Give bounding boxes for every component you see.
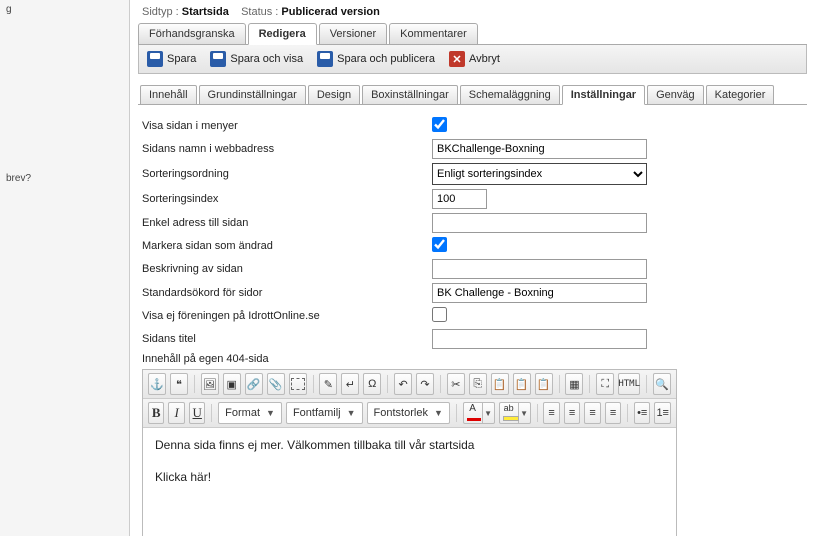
special-char-icon[interactable]: Ω [363,373,381,395]
hide-online-checkbox[interactable] [432,307,447,322]
italic-button[interactable]: I [168,402,184,424]
subtab-box[interactable]: Boxinställningar [362,85,458,105]
status-label: Status : [241,6,278,18]
bg-color-picker[interactable]: ab▼ [499,402,531,424]
show-in-menus-label: Visa sidan i menyer [142,120,432,132]
fullscreen-icon[interactable]: ⛶ [596,373,614,395]
align-justify-icon[interactable]: ≡ [605,402,621,424]
align-right-icon[interactable]: ≡ [584,402,600,424]
simple-addr-input[interactable] [432,213,647,233]
primary-tabs: Förhandsgranska Redigera Versioner Komme… [138,22,807,45]
url-name-label: Sidans namn i webbadress [142,143,432,155]
sidtyp-label: Sidtyp : [142,6,179,18]
cancel-icon: ✕ [449,51,465,67]
subtab-content[interactable]: Innehåll [140,85,197,105]
save-button[interactable]: Spara [147,51,196,67]
underline-button[interactable]: U [189,402,205,424]
url-name-input[interactable] [432,139,647,159]
edit-icon[interactable]: ✎ [319,373,337,395]
cut-icon[interactable]: ✂ [447,373,465,395]
text-color-picker[interactable]: A▼ [463,402,495,424]
subtab-schedule[interactable]: Schemaläggning [460,85,560,105]
sort-index-label: Sorteringsindex [142,193,432,205]
tab-edit[interactable]: Redigera [248,23,317,45]
link-icon[interactable]: 🔗 [245,373,263,395]
description-label: Beskrivning av sidan [142,263,432,275]
cancel-button[interactable]: ✕ Avbryt [449,51,500,67]
bold-button[interactable]: B [148,402,164,424]
simple-addr-label: Enkel adress till sidan [142,217,432,229]
tab-preview[interactable]: Förhandsgranska [138,23,246,45]
fontsize-dropdown[interactable]: Fontstorlek▼ [367,402,450,424]
save-publish-button[interactable]: Spara och publicera [317,51,435,67]
undo-icon[interactable]: ↶ [394,373,412,395]
align-center-icon[interactable]: ≡ [564,402,580,424]
left-text-2: brev? [6,173,123,184]
break-icon[interactable]: ↵ [341,373,359,395]
save-icon [147,51,163,67]
unlink-icon[interactable] [289,373,307,395]
anchor-icon[interactable]: ⚓ [148,373,166,395]
paste-word-icon[interactable]: 📋 [535,373,553,395]
subtab-categories[interactable]: Kategorier [706,85,775,105]
sort-index-input[interactable] [432,189,487,209]
copy-icon[interactable]: ⎘ [469,373,487,395]
table-icon[interactable]: ▦ [565,373,583,395]
quote-icon[interactable]: ❝ [170,373,188,395]
paste-icon[interactable]: 📋 [491,373,509,395]
editor-line-2: Klicka här! [155,470,664,484]
status-value: Publicerad version [281,6,379,18]
show-in-menus-checkbox[interactable] [432,117,447,132]
mark-changed-label: Markera sidan som ändrad [142,240,432,252]
tab-versions[interactable]: Versioner [319,23,387,45]
title-label: Sidans titel [142,333,432,345]
rich-text-editor: ⚓ ❝ 🖼 ▣ 🔗 📎 ✎ ↵ Ω ↶ ↷ ✂ [142,369,677,536]
subtab-basic[interactable]: Grundinställningar [199,85,306,105]
title-input[interactable] [432,329,647,349]
save-show-button[interactable]: Spara och visa [210,51,303,67]
editor-content-area[interactable]: Denna sida finns ej mer. Välkommen tillb… [143,428,676,536]
action-bar: Spara Spara och visa Spara och publicera… [138,45,807,74]
subtab-design[interactable]: Design [308,85,360,105]
save-icon [317,51,333,67]
redo-icon[interactable]: ↷ [416,373,434,395]
editor-line-1: Denna sida finns ej mer. Välkommen tillb… [155,438,664,452]
keywords-label: Standardsökord för sidor [142,287,432,299]
html-button[interactable]: HTML [618,373,640,395]
save-icon [210,51,226,67]
keywords-input[interactable] [432,283,647,303]
sidtyp-value: Startsida [182,6,229,18]
mark-changed-checkbox[interactable] [432,237,447,252]
bullet-list-icon[interactable]: •≡ [634,402,650,424]
align-left-icon[interactable]: ≡ [543,402,559,424]
search-icon[interactable]: 🔍 [653,373,671,395]
subtab-shortcut[interactable]: Genväg [647,85,704,105]
paste-text-icon[interactable]: 📋 [513,373,531,395]
sort-order-select[interactable]: Enligt sorteringsindex [432,163,647,185]
subtab-settings[interactable]: Inställningar [562,85,645,105]
sub-tabs: Innehåll Grundinställningar Design Boxin… [138,84,807,105]
fontfamily-dropdown[interactable]: Fontfamilj▼ [286,402,363,424]
description-input[interactable] [432,259,647,279]
sort-order-label: Sorteringsordning [142,168,432,180]
number-list-icon[interactable]: 1≡ [654,402,670,424]
attachment-icon[interactable]: 📎 [267,373,285,395]
settings-form: Visa sidan i menyer Sidans namn i webbad… [138,105,807,536]
page-meta: Sidtyp : Startsida Status : Publicerad v… [138,6,807,22]
hide-online-label: Visa ej föreningen på IdrottOnline.se [142,310,432,322]
media-icon[interactable]: ▣ [223,373,241,395]
tab-comments[interactable]: Kommentarer [389,23,478,45]
left-sidebar: g brev? [0,0,130,536]
custom-404-label: Innehåll på egen 404-sida [142,353,432,365]
format-dropdown[interactable]: Format▼ [218,402,282,424]
image-icon[interactable]: 🖼 [201,373,219,395]
left-text-1: g [6,4,123,15]
